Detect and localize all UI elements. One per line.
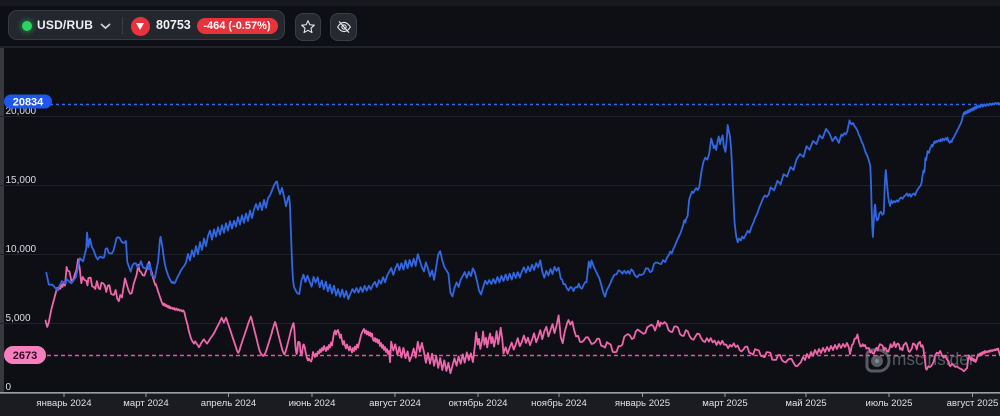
svg-text:октябрь 2024: октябрь 2024: [448, 398, 508, 409]
svg-text:март 2025: март 2025: [702, 398, 747, 409]
svg-text:2673: 2673: [13, 350, 37, 362]
svg-text:апрель 2024: апрель 2024: [201, 398, 257, 409]
svg-text:15,000: 15,000: [6, 175, 37, 186]
svg-text:июнь 2024: июнь 2024: [289, 398, 337, 409]
svg-text:август 2025: август 2025: [947, 398, 999, 409]
svg-text:20834: 20834: [13, 97, 44, 109]
svg-text:10,000: 10,000: [6, 244, 37, 255]
svg-text:ноябрь 2024: ноябрь 2024: [531, 398, 587, 409]
svg-text:август 2024: август 2024: [369, 398, 421, 409]
svg-text:5,000: 5,000: [6, 313, 31, 324]
svg-text:январь 2025: январь 2025: [615, 398, 670, 409]
svg-text:май 2025: май 2025: [785, 398, 826, 409]
svg-text:0: 0: [6, 382, 12, 393]
svg-text:январь 2024: январь 2024: [36, 398, 92, 409]
svg-text:июль 2025: июль 2025: [866, 398, 913, 409]
svg-text:март 2024: март 2024: [123, 398, 169, 409]
